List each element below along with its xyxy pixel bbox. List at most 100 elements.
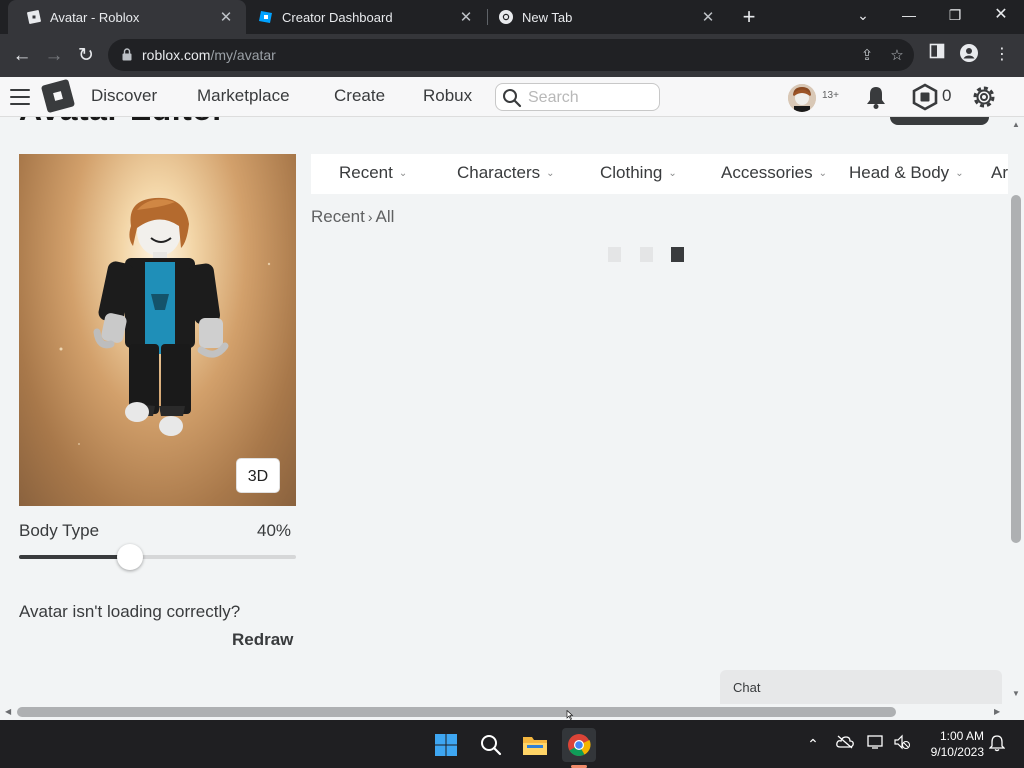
tab-clothing[interactable]: Clothing ⌄	[600, 163, 677, 183]
forward-arrow-icon[interactable]: →	[40, 42, 68, 70]
minimize-icon[interactable]: —	[886, 0, 932, 32]
clock-time: 1:00 AM	[939, 729, 984, 743]
tab-label: Accessories	[721, 163, 813, 182]
url-text: roblox.com/my/avatar	[142, 47, 276, 63]
tab-title: Creator Dashboard	[282, 9, 393, 25]
breadcrumb-current: All	[375, 207, 395, 226]
chevron-down-icon: ⌄	[818, 168, 828, 179]
3d-toggle-button[interactable]: 3D	[236, 458, 280, 493]
loading-indicator-dot	[640, 247, 653, 262]
address-bar[interactable]: roblox.com/my/avatar ⇪ ☆	[108, 39, 914, 71]
tab-label: Recent	[339, 163, 393, 182]
close-tab-icon[interactable]: ✕	[216, 8, 236, 26]
tab-animations-partial[interactable]: Ar	[991, 163, 1008, 183]
tab-search-chevron-icon[interactable]: ⌄	[840, 0, 886, 32]
scroll-down-arrow-icon[interactable]: ▼	[1012, 689, 1020, 698]
tab-label: Clothing	[600, 163, 663, 182]
user-avatar-icon[interactable]	[788, 84, 816, 112]
robux-icon[interactable]	[911, 83, 939, 111]
scroll-left-arrow-icon[interactable]: ◀	[5, 707, 11, 716]
tab-title: Avatar - Roblox	[50, 9, 140, 25]
back-arrow-icon[interactable]: ←	[8, 42, 36, 70]
hamburger-menu-icon[interactable]	[10, 89, 30, 110]
tab-new-tab[interactable]: New Tab ✕	[488, 0, 728, 34]
avatar-not-loading-text: Avatar isn't loading correctly?	[19, 602, 241, 621]
url-host: roblox.com	[142, 47, 211, 63]
search-placeholder: Search	[528, 89, 579, 106]
tab-label: Characters	[457, 163, 541, 182]
system-clock[interactable]: 1:00 AM 9/10/2023	[920, 728, 984, 760]
body-type-value: 40%	[257, 521, 292, 540]
vertical-scrollbar-thumb[interactable]	[1011, 195, 1021, 543]
chat-label: Chat	[733, 680, 761, 695]
close-tab-icon[interactable]: ✕	[698, 8, 718, 26]
loading-indicator-dot	[671, 247, 684, 262]
nav-robux[interactable]: Robux	[423, 86, 472, 106]
page-viewport: Avatar Editor Discover Marketplace Creat…	[0, 77, 1024, 720]
side-panel-icon[interactable]	[925, 43, 949, 67]
body-type-slider-handle[interactable]	[116, 544, 143, 570]
url-path: /my/avatar	[210, 47, 276, 63]
nav-create[interactable]: Create	[334, 86, 385, 106]
reload-icon[interactable]: ↻	[72, 42, 100, 70]
horizontal-scrollbar-thumb[interactable]	[17, 707, 896, 717]
scroll-right-arrow-icon[interactable]: ▶	[994, 707, 1000, 716]
chrome-taskbar-icon[interactable]	[562, 728, 596, 762]
file-explorer-icon[interactable]	[518, 728, 552, 762]
tab-head-and-body[interactable]: Head & Body ⌄	[849, 163, 964, 183]
search-input[interactable]: Search	[495, 83, 660, 111]
bookmark-star-icon[interactable]: ☆	[886, 45, 908, 67]
lock-icon	[122, 48, 132, 66]
profile-icon[interactable]	[957, 43, 981, 67]
body-type-slider[interactable]	[19, 544, 296, 570]
close-tab-icon[interactable]: ✕	[456, 8, 476, 26]
network-icon[interactable]	[866, 734, 886, 754]
windows-taskbar: ⌃ 1:00 AM 9/10/2023	[0, 720, 1024, 768]
avatar-figure	[59, 197, 271, 445]
tab-label: Ar	[991, 163, 1008, 182]
onedrive-offline-icon[interactable]	[835, 734, 855, 754]
avatar-preview[interactable]: 3D	[19, 154, 296, 506]
loading-indicator-dot	[608, 247, 621, 262]
breadcrumb: Recent › All	[311, 207, 394, 227]
tab-avatar-roblox[interactable]: Avatar - Roblox ✕	[8, 0, 246, 34]
roblox-icon	[26, 9, 42, 25]
notification-bell-icon[interactable]	[862, 83, 890, 111]
settings-gear-icon[interactable]	[970, 83, 998, 111]
restore-icon[interactable]: ❐	[932, 0, 978, 32]
chevron-down-icon: ⌄	[668, 168, 677, 179]
category-tabs: Recent ⌄ Characters ⌄ Clothing ⌄ Accessorie…	[311, 154, 1011, 194]
chevron-right-icon: ›	[367, 209, 373, 225]
windows-start-icon[interactable]	[429, 728, 463, 762]
breadcrumb-root[interactable]: Recent	[311, 207, 365, 226]
share-icon[interactable]: ⇪	[856, 45, 878, 67]
browser-toolbar: ← → ↻ roblox.com/my/avatar ⇪ ☆ ⋮	[0, 34, 1024, 77]
tab-characters[interactable]: Characters ⌄	[457, 163, 555, 183]
tab-title: New Tab	[522, 9, 573, 25]
roblox-logo-icon[interactable]	[40, 78, 76, 114]
chrome-icon	[498, 9, 514, 25]
body-type-label: Body Type	[19, 521, 100, 540]
notification-bell-icon[interactable]	[987, 734, 1007, 754]
tab-accessories[interactable]: Accessories ⌄	[721, 163, 827, 183]
tab-creator-dashboard[interactable]: Creator Dashboard ✕	[248, 0, 486, 34]
kebab-menu-icon[interactable]: ⋮	[990, 43, 1014, 67]
robux-count: 0	[942, 86, 952, 105]
search-icon[interactable]	[474, 728, 508, 762]
redraw-link[interactable]: Redraw	[232, 630, 293, 650]
nav-marketplace[interactable]: Marketplace	[197, 86, 290, 106]
browser-tab-strip: Avatar - Roblox ✕ Creator Dashboard ✕ Ne…	[0, 0, 1024, 34]
scroll-up-arrow-icon[interactable]: ▲	[1012, 120, 1020, 129]
volume-muted-icon[interactable]	[892, 734, 912, 754]
new-tab-plus-icon[interactable]: +	[738, 4, 760, 30]
chevron-down-icon: ⌄	[546, 168, 555, 179]
mouse-cursor-icon	[566, 710, 574, 720]
nav-discover[interactable]: Discover	[91, 86, 157, 106]
chevron-down-icon: ⌄	[398, 168, 408, 179]
clock-date: 9/10/2023	[930, 745, 984, 759]
roblox-studio-icon	[258, 9, 274, 25]
tab-recent[interactable]: Recent ⌄	[339, 163, 407, 183]
chevron-down-icon: ⌄	[955, 168, 964, 179]
tray-chevron-up-icon[interactable]: ⌃	[803, 734, 823, 754]
close-window-icon[interactable]: ✕	[978, 0, 1024, 32]
